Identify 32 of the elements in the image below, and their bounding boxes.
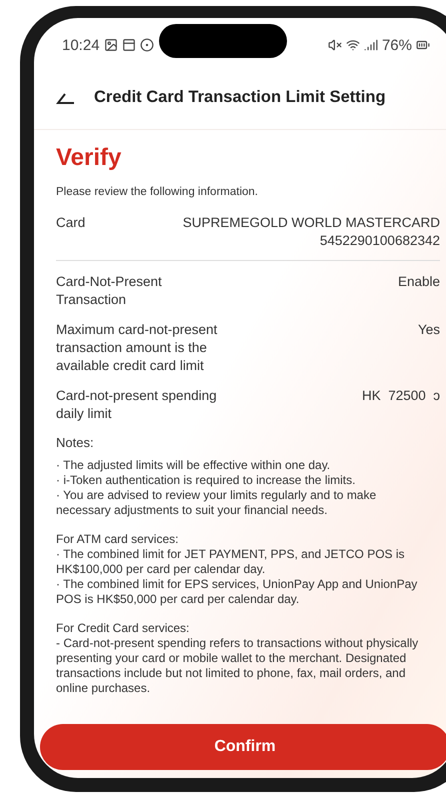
detail-value: Yes [418,321,440,339]
notes-heading: For Credit Card services: [56,621,190,636]
page-title: Verify [56,144,122,172]
battery-level: 76% [382,36,412,54]
signal-icon [364,38,378,52]
note-text: · You are advised to review your limits regularly and to make necessary adjustments to suit your financial needs. [56,488,378,518]
notes-heading: For ATM card services: [56,532,180,547]
detail-value: HK 72500 ɔ [362,387,440,405]
back-icon[interactable] [56,92,76,104]
detail-label: Card [56,214,86,232]
image-icon [104,38,118,52]
note-text: - Card-not-present spending refers to transactions without physically presenting your card or mobile wallet to the merchant. Designated transactions include but not limited to phone, fax, mail orders, and online purchases. [56,636,420,696]
note-text: · The combined limit for EPS services, UnionPay App and UnionPay POS is HK$50,000 per card per calendar day. [56,577,418,607]
mute-icon [328,38,342,52]
detail-value: 5452290100682342 [320,232,440,250]
window-icon [122,38,136,52]
target-icon [140,38,154,52]
note-text: · The combined limit for JET PAYMENT, PPS, and JETCO POS is HK$100,000 per card per calendar day. [56,547,406,577]
detail-value: Enable [398,273,440,291]
notes-title: Notes: [56,435,95,450]
header-title: Credit Card Transaction Limit Setting [94,88,386,107]
note-text: · i-Token authentication is required to increase the limits. [56,473,356,488]
detail-label: Card-not-present spending daily limit [56,387,218,423]
wifi-icon [346,38,360,52]
battery-icon [416,38,430,52]
clock: 10:24 [62,36,100,54]
page-subtitle: Please review the following information. [56,186,259,198]
note-text: · The adjusted limits will be effective within one day. [56,458,332,473]
detail-value: SUPREMEGOLD WORLD MASTERCARD [182,214,440,232]
confirm-button[interactable]: Confirm [40,724,446,770]
detail-label: Card-Not-Present Transaction [56,273,163,309]
detail-label: Maximum card-not-present transaction amount is the available credit card limit [56,321,218,375]
